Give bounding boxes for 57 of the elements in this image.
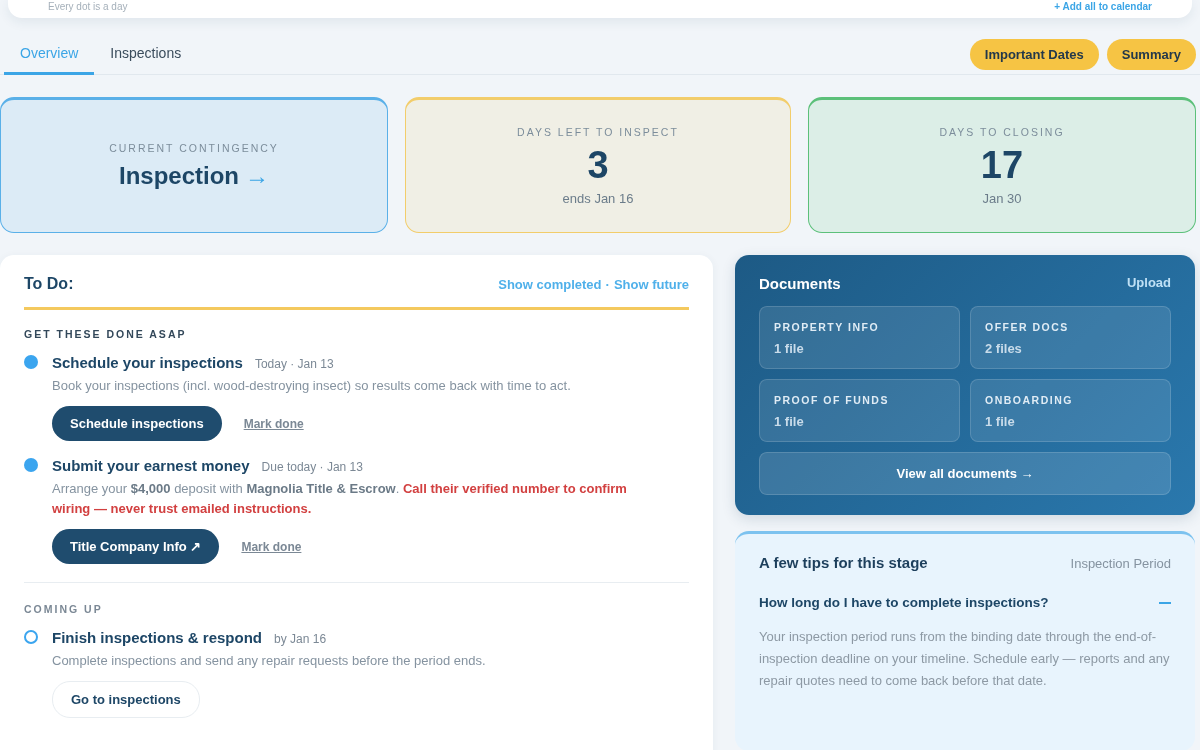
folder-card[interactable]: OFFER DOCS 2 files (970, 306, 1171, 369)
stage-label: Inspection Period (1070, 556, 1171, 571)
view-all-button[interactable]: View all documents → (759, 452, 1171, 495)
summary-button[interactable]: Summary (1106, 38, 1196, 70)
separator-text: · (605, 276, 610, 292)
mark-done-link[interactable]: Mark done (243, 416, 304, 431)
task-date: Today · Jan 13 (254, 357, 334, 371)
stat-label: CURRENT CONTINGENCY (109, 142, 279, 154)
action-button[interactable]: Go to inspections (52, 681, 200, 718)
file-count: 1 file (774, 414, 805, 429)
arrow-icon: → (245, 162, 269, 190)
tab[interactable]: Inspections (94, 34, 198, 75)
circle-icon (24, 630, 38, 644)
task-date: by Jan 16 (274, 632, 327, 646)
stat-number: 3 (587, 144, 609, 187)
tab[interactable]: Overview (4, 34, 95, 75)
file-count: 1 file (774, 341, 805, 356)
section-heading: GET THESE DONE ASAP (24, 328, 188, 340)
task-title: Schedule your inspections (52, 354, 243, 371)
dot-icon (24, 458, 38, 472)
task-title: Submit your earnest money (52, 457, 250, 474)
todo-title: To Do: (24, 275, 74, 293)
task-date: Due today · Jan 13 (261, 460, 363, 474)
tips-title: A few tips for this stage (759, 554, 928, 571)
dates-button[interactable]: Important Dates (969, 38, 1099, 70)
stat-label: DAYS LEFT TO INSPECT (517, 126, 679, 138)
file-count: 2 files (985, 341, 1023, 356)
folder-name: PROPERTY INFO (774, 321, 881, 333)
stat-number: 17 (980, 144, 1024, 187)
show-future-link[interactable]: Show future (613, 276, 689, 292)
caption-text: Every dot is a day (48, 1, 128, 12)
upload-link[interactable]: Upload (1126, 275, 1171, 292)
task-title: Finish inspections & respond (52, 629, 263, 646)
folder-name: ONBOARDING (985, 394, 1074, 406)
faq-question[interactable]: How long do I have to complete inspections? (759, 595, 1171, 610)
action-button[interactable]: Schedule inspections (52, 406, 222, 441)
folder-name: OFFER DOCS (985, 321, 1070, 333)
folder-card[interactable]: PROOF OF FUNDS 1 file (759, 379, 960, 442)
folder-name: PROOF OF FUNDS (774, 394, 890, 406)
stat-date: Jan 30 (982, 191, 1022, 206)
dot-icon (24, 355, 38, 369)
contingency-name: Inspection (119, 162, 239, 190)
documents-title: Documents (759, 275, 841, 292)
stat-date: ends Jan 16 (562, 191, 634, 206)
task-description: Book your inspections (incl. wood-destroying insect) so results come back with time to act. (52, 377, 572, 395)
stat-label: DAYS TO CLOSING (939, 126, 1065, 138)
section-heading: COMING UP (24, 582, 689, 615)
action-button[interactable]: Title Company Info ↗ (52, 529, 220, 564)
faq-answer: Your inspection period runs from the binding date through the end-of-inspection deadline on your timeline. Schedule early — reports and any repair quotes need to come back before that date. (759, 628, 1171, 690)
file-count: 1 file (985, 414, 1016, 429)
task-description: Complete inspections and send any repair requests before the period ends. (52, 652, 487, 670)
add-to-calendar-link[interactable]: + Add all to calendar (1054, 1, 1152, 12)
folder-card[interactable]: ONBOARDING 1 file (970, 379, 1171, 442)
task-description: Arrange your $4,000 deposit with Magnolia Title & Escrow. Call their verified number to confirm wiring — never trust emailed instructions. (52, 480, 628, 518)
folder-card[interactable]: PROPERTY INFO 1 file (759, 306, 960, 369)
show-completed-link[interactable]: Show completed (498, 276, 602, 292)
mark-done-link[interactable]: Mark done (241, 539, 302, 554)
